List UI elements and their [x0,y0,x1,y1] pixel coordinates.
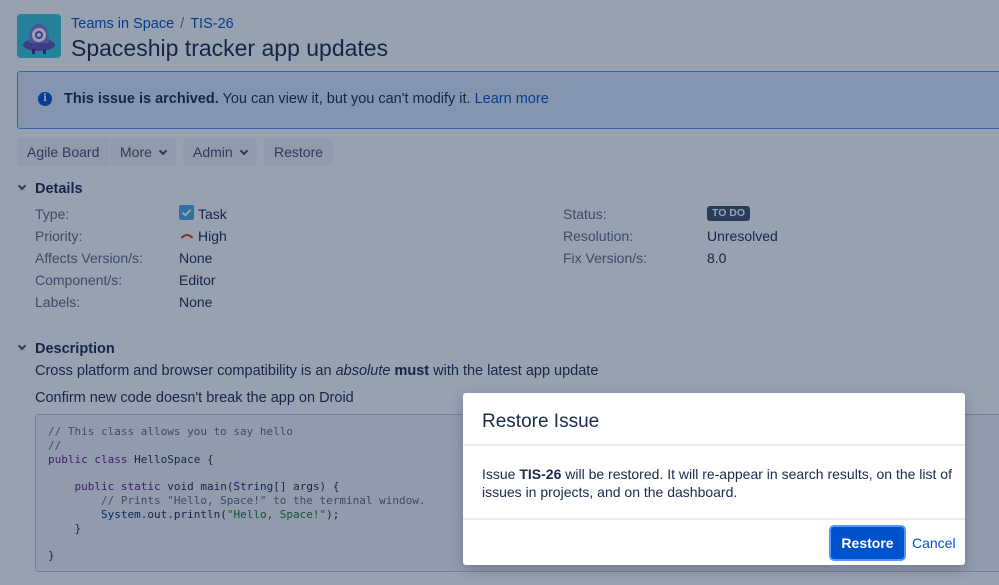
dialog-divider [463,518,965,520]
cancel-button[interactable]: Cancel [912,527,956,559]
dialog-title: Restore Issue [482,411,600,432]
dialog-message: Issue TIS-26 will be restored. It will r… [482,465,952,501]
restore-confirm-button[interactable]: Restore [831,527,904,559]
dialog-divider [463,444,965,446]
dialog-issue-key: TIS-26 [519,466,562,482]
dialog-text: Issue [482,466,520,482]
restore-dialog: Restore Issue Issue TIS-26 will be resto… [463,393,965,565]
